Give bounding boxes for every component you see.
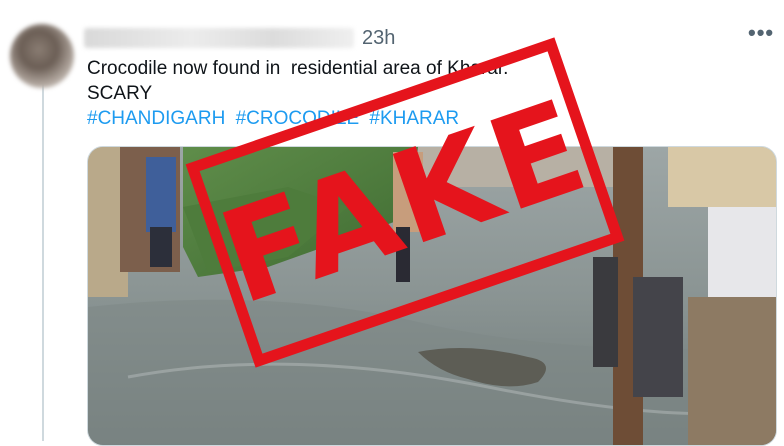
- avatar[interactable]: [10, 24, 74, 88]
- thread-line: [42, 82, 44, 441]
- more-options-icon[interactable]: •••: [748, 20, 774, 46]
- tweet-timestamp[interactable]: 23h: [362, 27, 395, 50]
- tweet-text-line-2: SCARY: [87, 83, 153, 104]
- hashtag-link[interactable]: #CHANDIGARH: [87, 108, 225, 129]
- blurred-username[interactable]: [84, 28, 354, 48]
